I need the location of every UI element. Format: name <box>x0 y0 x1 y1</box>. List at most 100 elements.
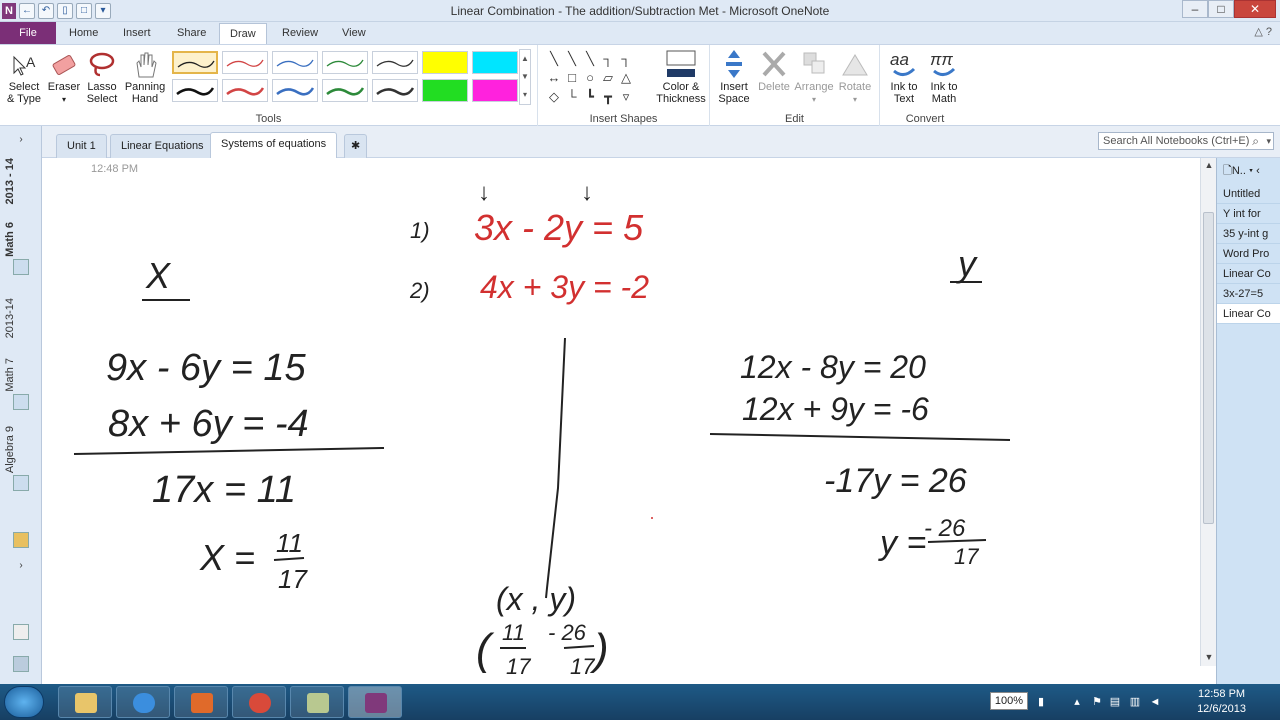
open-notebook-icon[interactable] <box>4 654 38 674</box>
shape-item[interactable]: ╲ <box>564 51 580 67</box>
taskbar-explorer[interactable] <box>58 686 112 718</box>
shape-item[interactable]: ┳ <box>600 89 616 105</box>
network-icon[interactable]: ▥ <box>1128 695 1142 709</box>
highlighter-swatch[interactable] <box>472 79 518 102</box>
shape-item[interactable]: △ <box>618 70 634 86</box>
expand-nav-icon[interactable]: › <box>4 134 38 145</box>
pen-gallery-scroll[interactable]: ▲ ▼ ▾ <box>519 49 531 105</box>
pen-swatch[interactable] <box>172 51 218 74</box>
pen-swatch[interactable] <box>372 51 418 74</box>
shape-item[interactable]: ╲ <box>546 51 562 67</box>
taskbar-media[interactable] <box>174 686 228 718</box>
section-tab-systems-of-equations[interactable]: Systems of equations <box>210 132 338 158</box>
taskbar-onenote[interactable] <box>348 686 402 718</box>
taskbar-ie[interactable] <box>116 686 170 718</box>
search-icon[interactable]: ⌕ <box>1252 133 1259 149</box>
shape-item[interactable]: ↔ <box>546 70 562 86</box>
taskbar-chrome[interactable] <box>232 686 286 718</box>
shape-item[interactable]: ◇ <box>546 89 562 105</box>
insert-space-button[interactable]: Insert Space <box>716 49 752 105</box>
file-tab[interactable]: File <box>0 22 56 44</box>
maximize-button[interactable]: □ <box>1208 0 1234 18</box>
page-tab[interactable]: Linear Co <box>1217 264 1280 284</box>
tab-home[interactable]: Home <box>69 22 98 44</box>
page-tab-selected[interactable]: Linear Co <box>1217 304 1280 324</box>
notebook-2013-14[interactable]: 2013 - 14 <box>4 158 38 204</box>
shape-item[interactable]: ╲ <box>582 51 598 67</box>
page-tab[interactable]: Untitled <box>1217 184 1280 204</box>
notebook-math-6[interactable]: Math 6 <box>4 222 38 277</box>
scroll-up-icon[interactable]: ▲ <box>1201 160 1217 170</box>
page-canvas[interactable]: 12:48 PM ↓ ↓ 1) 2) 3x - 2y = 5 4x + 3y =… <box>46 158 1200 684</box>
search-scope-dropdown-icon[interactable]: ▾ <box>1266 133 1271 149</box>
pen-swatch[interactable] <box>272 79 318 102</box>
pen-swatch[interactable] <box>322 79 368 102</box>
shape-item[interactable]: ▱ <box>600 70 616 86</box>
tray-expand-icon[interactable]: ▴ <box>1070 695 1084 709</box>
notebook-algebra-9[interactable]: Algebra 9 <box>4 426 38 493</box>
pen-flag-icon[interactable]: ▮ <box>1034 695 1048 709</box>
help-icon[interactable]: △ ? <box>1254 25 1272 38</box>
new-section-icon[interactable]: ✱ <box>344 134 368 158</box>
highlighter-swatch[interactable] <box>472 51 518 74</box>
shape-item[interactable]: □ <box>564 70 580 86</box>
new-page-button[interactable]: 🗋N.. ▾ ‹ <box>1217 158 1280 184</box>
rotate-button[interactable]: Rotate ▾ <box>836 49 874 106</box>
notebook-math-7[interactable]: Math 7 <box>4 358 38 412</box>
pen-swatch[interactable] <box>222 79 268 102</box>
pen-swatch[interactable] <box>222 51 268 74</box>
shape-item[interactable]: ┗ <box>582 89 598 105</box>
close-button[interactable]: ✕ <box>1234 0 1276 18</box>
page-tab[interactable]: 35 y-int g <box>1217 224 1280 244</box>
shape-item[interactable]: ▿ <box>618 89 634 105</box>
select-type-button[interactable]: A Select & Type <box>6 49 42 105</box>
shape-item[interactable]: ○ <box>582 70 598 86</box>
ink-to-math-button[interactable]: ππ Ink to Math <box>924 49 964 105</box>
search-input[interactable]: Search All Notebooks (Ctrl+E) ⌕ ▾ <box>1098 132 1274 150</box>
highlighter-swatch[interactable] <box>422 51 468 74</box>
clock[interactable]: 12:58 PM 12/6/2013 <box>1197 687 1246 717</box>
section-tab-unit-1[interactable]: Unit 1 <box>56 134 107 158</box>
delete-button[interactable]: Delete <box>756 49 792 93</box>
arrange-button[interactable]: Arrange ▾ <box>794 49 834 106</box>
shape-item[interactable]: └ <box>564 89 580 105</box>
volume-icon[interactable]: ◄ <box>1148 695 1162 709</box>
eraser-icon <box>48 49 80 79</box>
panning-hand-button[interactable]: Panning Hand <box>123 49 167 105</box>
tab-insert[interactable]: Insert <box>123 22 151 44</box>
highlighter-swatch[interactable] <box>422 79 468 102</box>
shape-item[interactable]: ┐ <box>618 51 634 67</box>
taskbar-notes[interactable] <box>290 686 344 718</box>
pen-swatch[interactable] <box>372 79 418 102</box>
pen-swatch[interactable] <box>322 51 368 74</box>
color-thickness-button[interactable]: Color & Thickness <box>656 49 706 105</box>
pen-swatch[interactable] <box>272 51 318 74</box>
eraser-button[interactable]: Eraser ▾ <box>46 49 82 106</box>
page-tab[interactable]: Y int for <box>1217 204 1280 224</box>
section-tab-linear-equations[interactable]: Linear Equations <box>110 134 215 158</box>
minimize-button[interactable]: – <box>1182 0 1208 18</box>
pen-swatch[interactable] <box>172 79 218 102</box>
notebook-2013-14-b[interactable]: 2013-14 <box>4 298 38 338</box>
unfiled-notes-icon[interactable] <box>4 530 38 550</box>
page-tab[interactable]: Word Pro <box>1217 244 1280 264</box>
collapse-nav-icon[interactable]: › <box>4 560 38 571</box>
clock-time: 12:58 PM <box>1197 688 1246 700</box>
page-scrollbar[interactable]: ▲ ▼ <box>1200 158 1216 666</box>
scroll-thumb[interactable] <box>1203 212 1214 524</box>
page-tab[interactable]: 3x-27=5 <box>1217 284 1280 304</box>
power-icon[interactable]: ▤ <box>1108 695 1122 709</box>
tab-draw[interactable]: Draw <box>219 23 267 44</box>
scroll-down-icon[interactable]: ▼ <box>1201 652 1217 662</box>
tab-view[interactable]: View <box>342 22 366 44</box>
lasso-select-button[interactable]: Lasso Select <box>84 49 120 105</box>
start-button[interactable] <box>4 686 44 718</box>
tab-share[interactable]: Share <box>177 22 206 44</box>
ink-to-text-button[interactable]: aa Ink to Text <box>884 49 924 105</box>
flag-icon[interactable]: ⚑ <box>1090 695 1104 709</box>
tab-review[interactable]: Review <box>282 22 318 44</box>
shape-item[interactable]: ┐ <box>600 51 616 67</box>
ink-layer[interactable]: ↓ ↓ 1) 2) 3x - 2y = 5 4x + 3y = -2 X y 9… <box>46 158 1200 684</box>
quick-notes-icon[interactable] <box>4 622 38 642</box>
zoom-indicator[interactable]: 100% <box>990 692 1028 710</box>
